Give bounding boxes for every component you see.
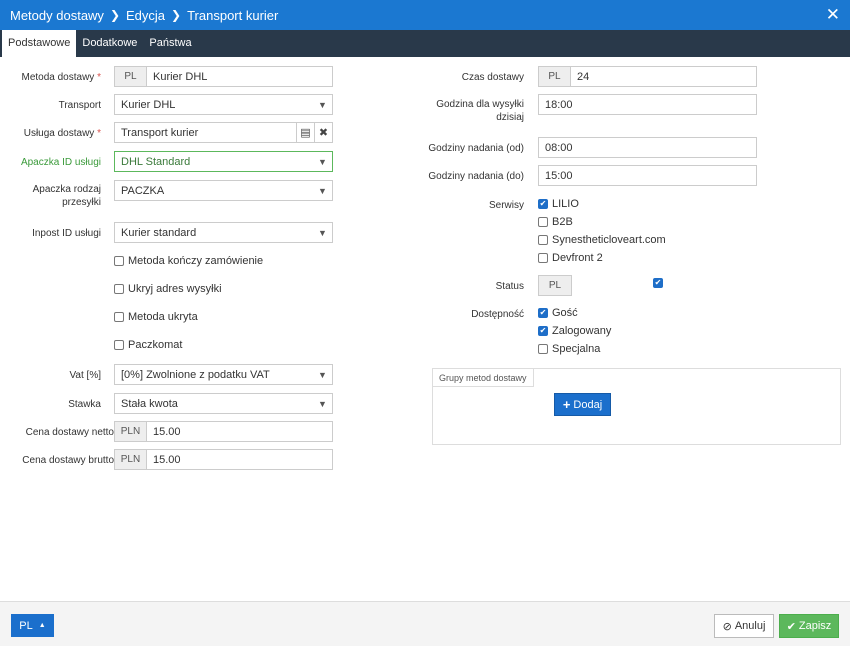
godzina-label: Godzina dla wysyłki dzisiaj (436, 99, 524, 123)
inpost-label: Inpost ID usługi (32, 228, 101, 239)
dostepnosc-item[interactable]: ✔ Gość (538, 307, 578, 319)
netto-input[interactable]: 15.00 (147, 426, 332, 438)
apaczka-rodzaj-label: Apaczka rodzaj przesyłki (32, 184, 101, 208)
usluga-input[interactable]: Transport kurier (115, 127, 296, 139)
plus-icon: + (562, 397, 571, 412)
breadcrumb-separator-icon: ❯ (171, 8, 182, 22)
transport-select[interactable]: Kurier DHL ▼ (114, 94, 333, 115)
lang-addon: PL (115, 67, 147, 86)
godzina-field[interactable]: 18:00 (538, 94, 757, 115)
netto-label: Cena dostawy netto (25, 427, 114, 438)
footer-bar: PL ▲ ⊘ Anuluj ✔ Zapisz (0, 601, 850, 646)
dostepnosc-item[interactable]: Specjalna (538, 343, 600, 355)
checkbox-metoda-ukryta[interactable]: Metoda ukryta (114, 311, 198, 323)
ban-icon: ⊘ (722, 620, 732, 633)
usluga-field[interactable]: Transport kurier ▤ ✖ (114, 122, 333, 143)
status-checkbox[interactable]: ✔ (653, 278, 667, 288)
checkbox-checked-icon[interactable]: ✔ (538, 199, 548, 209)
checkbox-icon[interactable] (538, 253, 548, 263)
close-icon[interactable]: ✕ (826, 5, 840, 25)
caret-up-icon: ▲ (38, 622, 46, 629)
grupy-panel: Grupy metod dostawy + Dodaj (432, 368, 841, 445)
godzina-input[interactable]: 18:00 (539, 99, 756, 111)
serwis-item[interactable]: Devfront 2 (538, 252, 603, 264)
currency-addon: PLN (115, 450, 147, 469)
do-label: Godziny nadania (do) (428, 171, 524, 182)
chevron-down-icon: ▼ (318, 185, 327, 196)
status-lang-addon: PL (538, 275, 572, 296)
chevron-down-icon: ▼ (318, 99, 327, 110)
breadcrumb-item[interactable]: Metody dostawy (10, 8, 104, 23)
status-label: Status (495, 281, 524, 292)
checkbox-ukryj-adres[interactable]: Ukryj adres wysyłki (114, 283, 222, 295)
czas-input[interactable]: 24 (571, 71, 756, 83)
breadcrumb-current: Transport kurier (187, 7, 279, 23)
currency-addon: PLN (115, 422, 147, 441)
serwis-item[interactable]: ✔ LILIO (538, 198, 579, 210)
od-input[interactable]: 08:00 (539, 142, 756, 154)
czas-field[interactable]: PL 24 (538, 66, 757, 87)
czas-label: Czas dostawy (461, 72, 524, 83)
checkbox-icon[interactable] (538, 217, 548, 227)
tab-bar: Podstawowe Dodatkowe Państwa (0, 30, 850, 57)
tab-dodatkowe[interactable]: Dodatkowe (76, 30, 143, 57)
brutto-label: Cena dostawy brutto (22, 455, 114, 466)
metoda-input[interactable]: Kurier DHL (147, 71, 332, 83)
apaczka-id-label: Apaczka ID usługi (20, 157, 101, 168)
cancel-button[interactable]: ⊘ Anuluj (714, 614, 774, 638)
stawka-label: Stawka (68, 399, 101, 410)
checkbox-paczkomat[interactable]: Paczkomat (114, 339, 182, 351)
chevron-down-icon: ▼ (318, 398, 327, 409)
chevron-down-icon: ▼ (318, 156, 327, 167)
brutto-input[interactable]: 15.00 (147, 454, 332, 466)
lang-addon: PL (539, 67, 571, 86)
inpost-select[interactable]: Kurier standard ▼ (114, 222, 333, 243)
breadcrumb-item[interactable]: Edycja (126, 8, 165, 23)
chevron-down-icon: ▼ (318, 227, 327, 238)
do-input[interactable]: 15:00 (539, 170, 756, 182)
checkbox-icon[interactable] (114, 284, 124, 294)
metoda-label: Metoda dostawy * (21, 72, 101, 83)
vat-select[interactable]: [0%] Zwolnione z podatku VAT ▼ (114, 364, 333, 385)
dostepnosc-item[interactable]: ✔ Zalogowany (538, 325, 611, 337)
clear-icon[interactable]: ✖ (314, 123, 332, 142)
vat-label: Vat [%] (69, 370, 102, 381)
stawka-select[interactable]: Stała kwota ▼ (114, 393, 333, 414)
apaczka-id-select[interactable]: DHL Standard ▼ (114, 151, 333, 172)
serwis-item[interactable]: B2B (538, 216, 573, 228)
title-bar: Metody dostawy ❯ Edycja ❯ Transport kuri… (0, 0, 850, 30)
serwisy-label: Serwisy (488, 200, 524, 211)
tab-panstwa[interactable]: Państwa (143, 30, 197, 57)
check-icon: ✔ (786, 620, 796, 633)
od-field[interactable]: 08:00 (538, 137, 757, 158)
checkbox-checked-icon[interactable]: ✔ (538, 308, 548, 318)
od-label: Godziny nadania (od) (428, 143, 524, 154)
checkbox-icon[interactable] (114, 256, 124, 266)
do-field[interactable]: 15:00 (538, 165, 757, 186)
checkbox-icon[interactable] (114, 312, 124, 322)
grupy-legend: Grupy metod dostawy (433, 369, 534, 387)
checkbox-icon[interactable] (538, 235, 548, 245)
transport-label: Transport (58, 100, 101, 111)
dostepnosc-label: Dostępność (471, 309, 524, 320)
serwis-item[interactable]: Synestheticloveart.com (538, 234, 666, 246)
save-button[interactable]: ✔ Zapisz (779, 614, 839, 638)
chevron-down-icon: ▼ (318, 369, 327, 380)
checkbox-metoda-konczy[interactable]: Metoda kończy zamówienie (114, 255, 263, 267)
tab-podstawowe[interactable]: Podstawowe (2, 30, 77, 57)
checkbox-checked-icon[interactable]: ✔ (538, 326, 548, 336)
brutto-field[interactable]: PLN 15.00 (114, 449, 333, 470)
metoda-field[interactable]: PL Kurier DHL (114, 66, 333, 87)
list-icon[interactable]: ▤ (296, 123, 314, 142)
breadcrumb-separator-icon: ❯ (109, 8, 120, 22)
checkbox-icon[interactable] (538, 344, 548, 354)
language-dropdown-button[interactable]: PL ▲ (11, 614, 54, 637)
checkbox-icon[interactable] (114, 340, 124, 350)
checkbox-checked-icon[interactable]: ✔ (653, 278, 663, 288)
netto-field[interactable]: PLN 15.00 (114, 421, 333, 442)
apaczka-rodzaj-select[interactable]: PACZKA ▼ (114, 180, 333, 201)
usluga-label: Usługa dostawy * (23, 128, 101, 139)
add-group-button[interactable]: + Dodaj (554, 393, 611, 416)
